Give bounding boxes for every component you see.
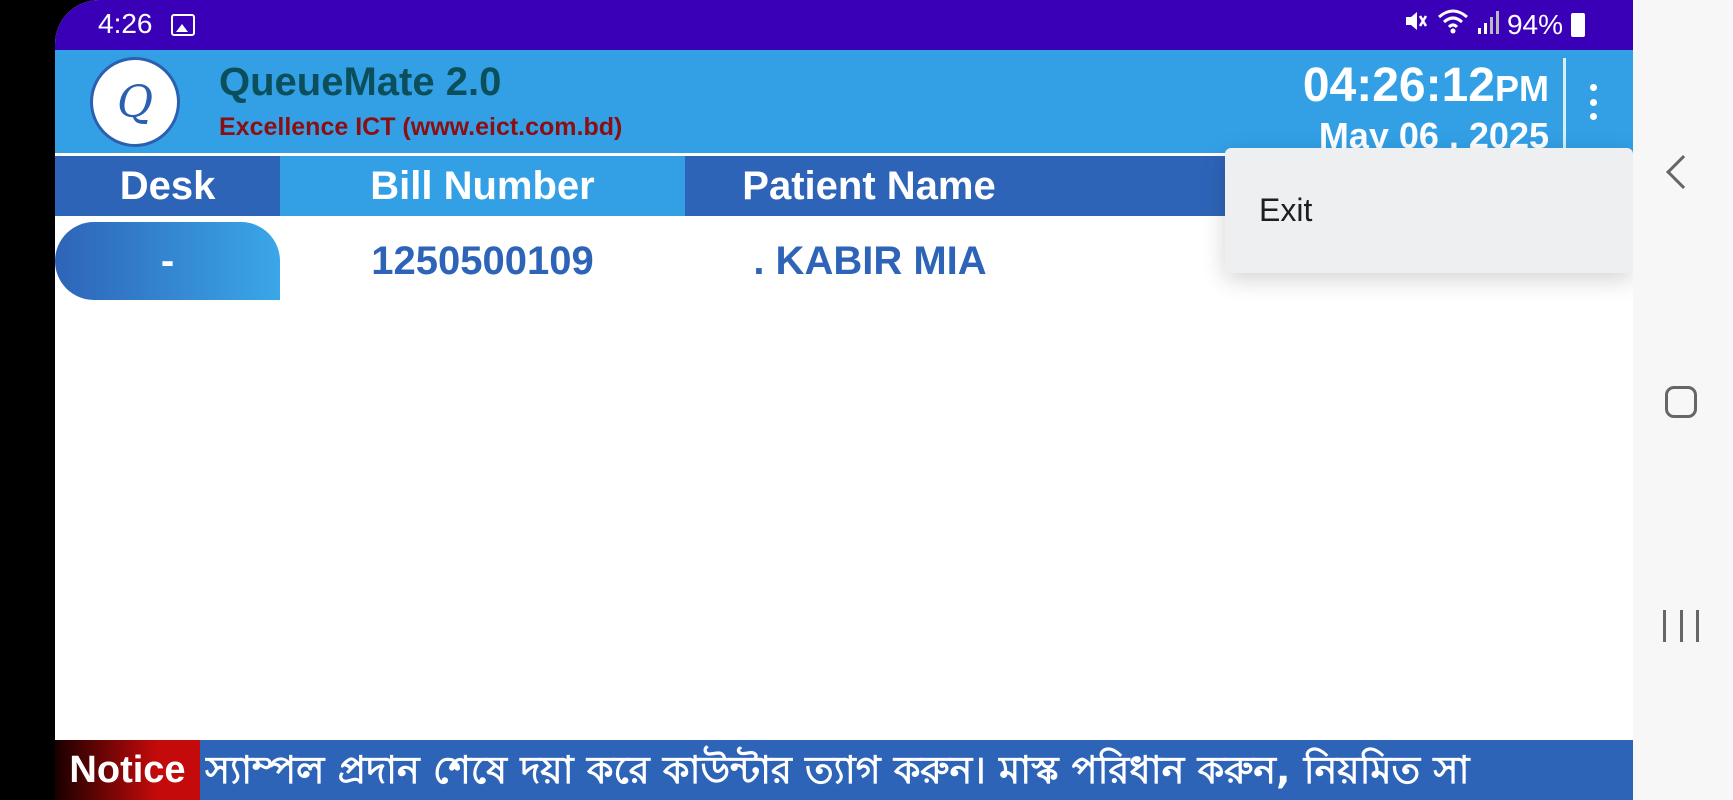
column-patient-name-label: Patient Name bbox=[742, 163, 996, 208]
column-desk: Desk bbox=[55, 156, 280, 216]
battery-icon bbox=[1571, 12, 1585, 37]
recents-icon[interactable] bbox=[1663, 610, 1699, 642]
status-icons: 94% bbox=[1403, 8, 1585, 41]
clock-ampm: PM bbox=[1495, 68, 1549, 109]
status-time: 4:26 bbox=[98, 8, 153, 39]
notice-bar: Notice স্যাম্পল প্রদান শেষে দয়া করে কাউ… bbox=[55, 740, 1633, 800]
patient-name-cell: . KABIR MIA bbox=[753, 238, 987, 283]
mute-icon bbox=[1403, 8, 1429, 41]
overflow-menu: Exit bbox=[1225, 148, 1633, 273]
overflow-menu-button[interactable] bbox=[1583, 80, 1603, 124]
bill-number-cell: 1250500109 bbox=[371, 238, 594, 283]
notice-ticker: স্যাম্পল প্রদান শেষে দয়া করে কাউন্টার ত… bbox=[205, 748, 1470, 792]
image-icon bbox=[171, 14, 195, 36]
desk-cell: - bbox=[55, 222, 280, 300]
notice-label: Notice bbox=[55, 740, 200, 800]
clock-time: 04:26:12 bbox=[1302, 59, 1495, 112]
more-vert-icon bbox=[1589, 84, 1597, 91]
app-logo: Q bbox=[90, 57, 180, 147]
system-nav-bar bbox=[1633, 0, 1733, 800]
battery-percent: 94% bbox=[1506, 8, 1563, 40]
app-title: QueueMate 2.0 bbox=[219, 60, 502, 104]
logo-letter: Q bbox=[116, 76, 154, 128]
company-name: Excellence ICT (www.eict.com.bd) bbox=[219, 113, 623, 141]
home-icon[interactable] bbox=[1665, 386, 1697, 418]
wifi-icon bbox=[1437, 8, 1469, 41]
header-divider bbox=[1563, 58, 1566, 148]
column-bill-number: Bill Number bbox=[280, 156, 685, 216]
back-icon[interactable] bbox=[1666, 155, 1700, 189]
clock: 04:26:12PM May 06 , 2025 bbox=[1302, 58, 1549, 156]
signal-icon bbox=[1477, 9, 1499, 41]
menu-item-exit[interactable]: Exit bbox=[1225, 148, 1633, 273]
status-bar: 4:26 94% bbox=[55, 0, 1633, 50]
app-screen: 4:26 94% Q QueueMate 2.0 Excellence ICT … bbox=[55, 0, 1633, 800]
app-header: Q QueueMate 2.0 Excellence ICT (www.eict… bbox=[55, 50, 1633, 156]
